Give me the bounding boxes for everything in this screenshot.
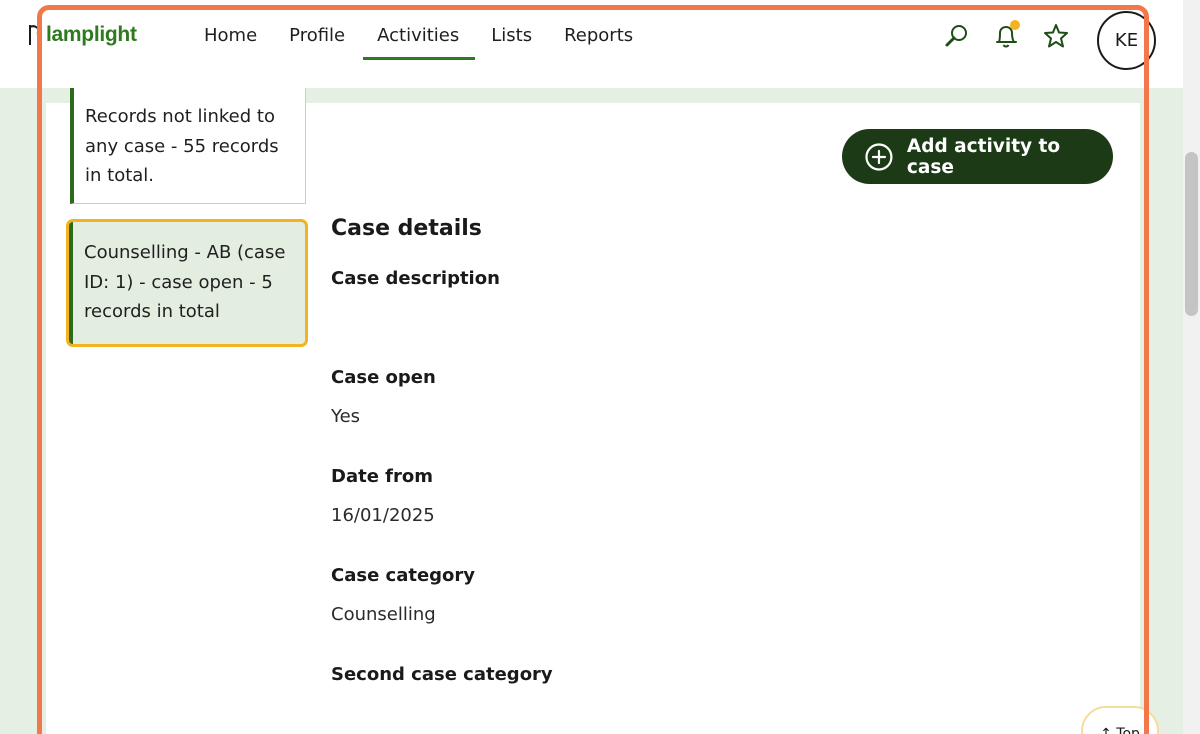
nav-home[interactable]: Home bbox=[188, 22, 273, 60]
header-icons bbox=[940, 20, 1090, 52]
add-activity-label: Add activity to case bbox=[906, 135, 1061, 178]
search-button[interactable] bbox=[940, 20, 972, 52]
nav-lists[interactable]: Lists bbox=[475, 22, 548, 60]
add-activity-to-case-button[interactable]: Add activity to case bbox=[842, 129, 1113, 184]
top-header: lamplight Home Profile Activities Lists … bbox=[0, 0, 1183, 88]
case-description-label: Case description bbox=[331, 268, 500, 289]
date-from-label: Date from bbox=[331, 466, 433, 487]
case-category-value: Counselling bbox=[331, 604, 436, 625]
star-icon bbox=[1044, 24, 1068, 48]
nav-reports[interactable]: Reports bbox=[548, 22, 649, 60]
notifications-button[interactable] bbox=[990, 20, 1022, 52]
lamplight-logo[interactable]: lamplight bbox=[28, 20, 137, 50]
case-open-label: Case open bbox=[331, 367, 436, 388]
plus-circle-icon bbox=[865, 142, 893, 171]
case-open-value: Yes bbox=[331, 406, 361, 427]
case-category-label: Case category bbox=[331, 565, 476, 586]
nav-activities[interactable]: Activities bbox=[361, 22, 476, 60]
scrollbar-track[interactable] bbox=[1183, 0, 1200, 734]
favourites-button[interactable] bbox=[1040, 20, 1072, 52]
lamp-icon bbox=[29, 25, 42, 45]
scrollbar-thumb[interactable] bbox=[1185, 152, 1198, 316]
main-nav: Home Profile Activities Lists Reports bbox=[188, 22, 649, 60]
second-case-category-label: Second case category bbox=[331, 664, 553, 685]
date-from-value: 16/01/2025 bbox=[331, 505, 435, 526]
search-icon bbox=[945, 25, 967, 47]
notification-dot bbox=[1010, 20, 1020, 30]
case-details-title: Case details bbox=[331, 216, 482, 241]
user-avatar[interactable]: KE bbox=[1097, 11, 1156, 70]
case-card-unlinked[interactable]: Records not linked to any case - 55 reco… bbox=[70, 88, 306, 204]
nav-profile[interactable]: Profile bbox=[273, 22, 361, 60]
back-to-top-button[interactable]: ↑ Top bbox=[1081, 706, 1159, 734]
logo-text: lamplight bbox=[46, 23, 137, 46]
case-card-counselling[interactable]: Counselling - AB (case ID: 1) - case ope… bbox=[69, 222, 305, 344]
